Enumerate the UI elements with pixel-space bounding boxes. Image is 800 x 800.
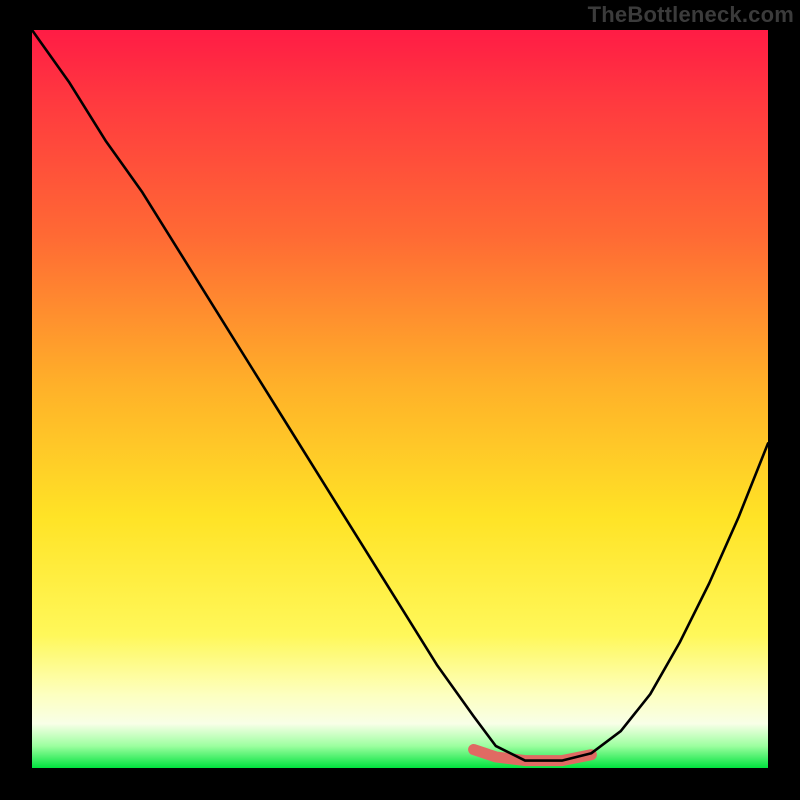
watermark-text: TheBottleneck.com [588, 2, 794, 28]
bottleneck-curve [32, 30, 768, 761]
plot-area [32, 30, 768, 768]
curve-layer [32, 30, 768, 768]
chart-stage: TheBottleneck.com [0, 0, 800, 800]
